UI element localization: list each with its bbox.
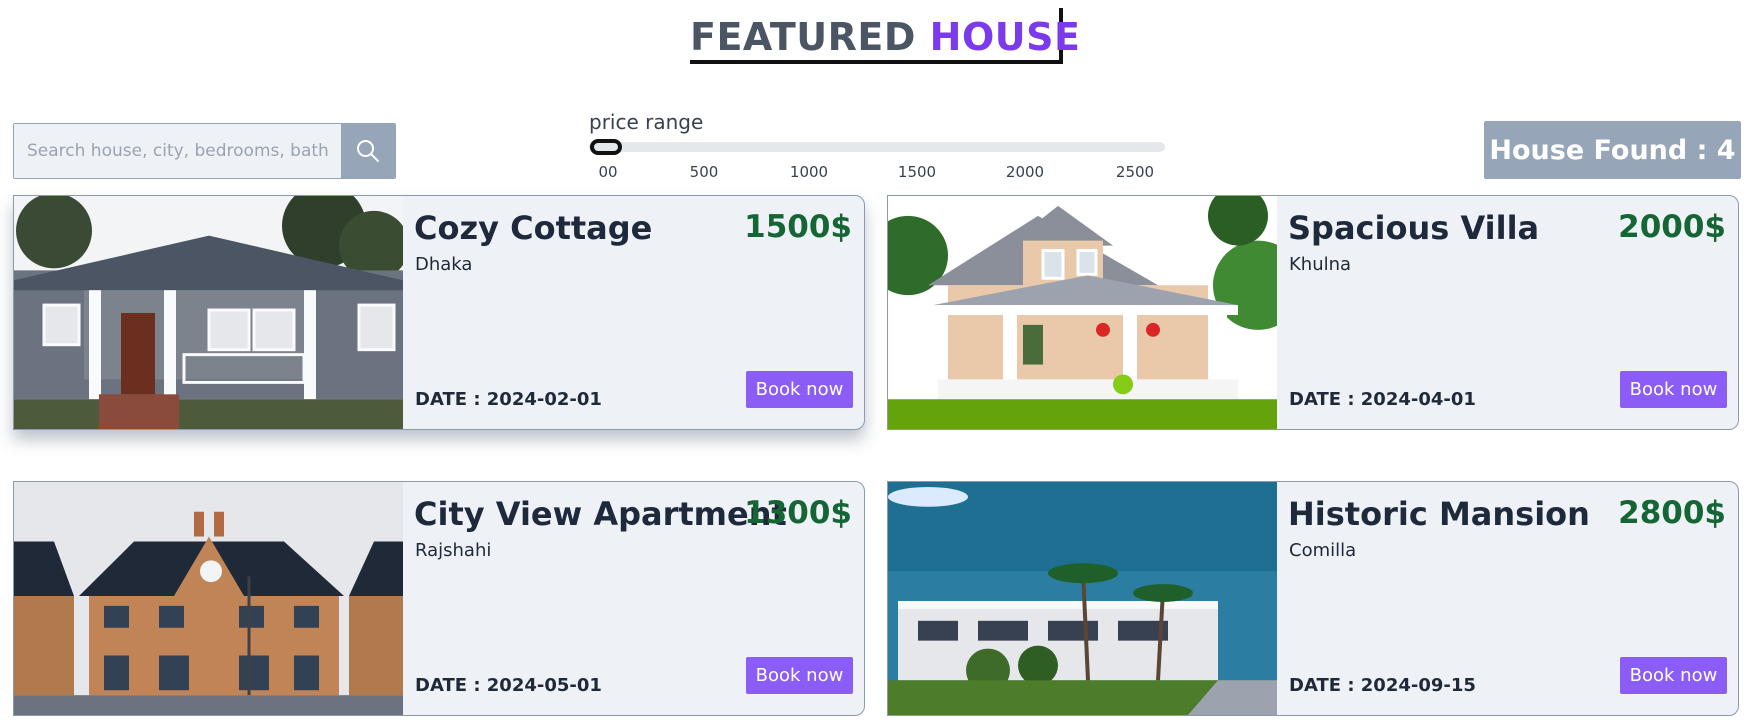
house-date: DATE : 2024-05-01 [415,675,602,696]
house-card: Spacious Villa 2000$ Khulna DATE : 2024-… [887,195,1739,430]
book-now-button[interactable]: Book now [1620,657,1727,694]
price-tick: 2000 [1005,163,1045,181]
house-name: Cozy Cottage [414,209,653,247]
house-price: 1300$ [744,495,852,531]
book-now-button[interactable]: Book now [746,657,853,694]
price-tick: 1500 [897,163,937,181]
book-now-button[interactable]: Book now [1620,371,1727,408]
search-bar [13,123,396,179]
search-button[interactable] [341,124,395,178]
house-card: Historic Mansion 2800$ Comilla DATE : 20… [887,481,1739,716]
house-image [888,482,1277,715]
page-title: FEATURED HOUSE [690,15,1080,59]
page-title-box: FEATURED HOUSE [690,8,1080,64]
house-price: 2800$ [1618,495,1726,531]
search-icon [357,140,380,162]
price-tick: 1000 [789,163,829,181]
price-tick: 500 [689,163,719,181]
house-found-badge: House Found : 4 [1484,121,1741,179]
house-date: DATE : 2024-04-01 [1289,389,1476,410]
house-city: Comilla [1289,540,1357,561]
page-title-part2: HOUSE [929,15,1081,59]
house-image [14,482,403,715]
price-range-track[interactable] [589,142,1165,152]
house-card: City View Apartment 1300$ Rajshahi DATE … [13,481,865,716]
book-now-button[interactable]: Book now [746,371,853,408]
house-image [14,196,403,429]
house-city: Dhaka [415,254,473,275]
house-price: 2000$ [1618,209,1726,245]
house-name: City View Apartment [414,495,787,533]
house-date: DATE : 2024-02-01 [415,389,602,410]
house-city: Khulna [1289,254,1352,275]
price-tick: 2500 [1115,163,1155,181]
page-title-part1: FEATURED [690,15,916,59]
house-date: DATE : 2024-09-15 [1289,675,1476,696]
house-image [888,196,1277,429]
house-name: Historic Mansion [1288,495,1590,533]
house-city: Rajshahi [415,540,492,561]
price-tick: 00 [598,163,618,181]
search-input[interactable] [14,124,342,178]
house-price: 1500$ [744,209,852,245]
house-card: Cozy Cottage 1500$ Dhaka DATE : 2024-02-… [13,195,865,430]
price-range-label: price range [589,110,704,134]
house-name: Spacious Villa [1288,209,1540,247]
price-range: price range 00 500 1000 1500 2000 2500 [589,110,1167,186]
price-range-thumb[interactable] [590,139,622,155]
